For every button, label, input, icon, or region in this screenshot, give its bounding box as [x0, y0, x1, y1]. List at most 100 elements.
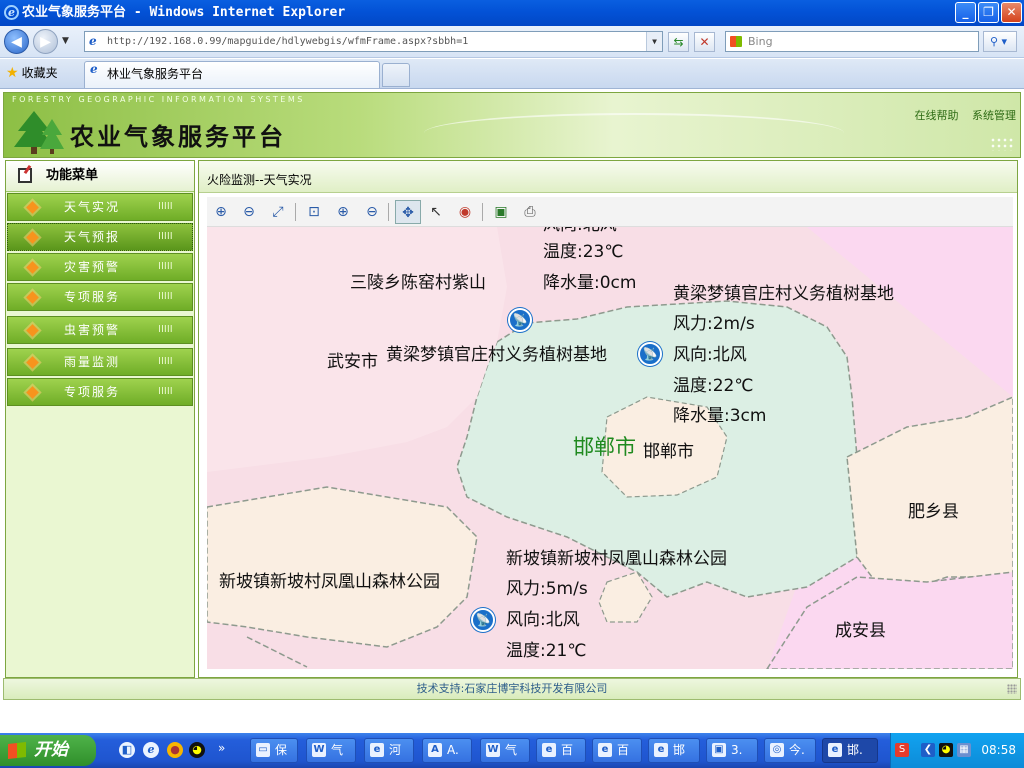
refresh-map-icon[interactable]: ▣	[491, 202, 511, 222]
panel-title: 火险监测--天气实况	[199, 161, 1017, 193]
toolbar-separator	[295, 203, 296, 221]
taskbar-item[interactable]: e河	[364, 738, 414, 763]
window-title: 农业气象服务平台 - Windows Internet Explorer	[22, 5, 346, 20]
map-label: 风向:北风	[673, 345, 747, 365]
menu-item-label: 雨量监测	[64, 355, 121, 369]
recent-pages-dropdown-icon[interactable]: ▼	[62, 36, 69, 46]
map-label: 降水量:0cm	[543, 273, 637, 293]
map-label: 风力:5m/s	[506, 579, 588, 599]
task-label: 今.	[789, 743, 805, 757]
search-placeholder: Bing	[748, 35, 773, 48]
game-quicklaunch-icon[interactable]: ●	[167, 742, 183, 758]
task-label: 气	[331, 743, 344, 757]
qq-quicklaunch-icon[interactable]: ◕	[189, 742, 205, 758]
pan-icon[interactable]: ✥	[395, 200, 421, 224]
map-label: 风向:北风	[543, 227, 617, 235]
menu-item-rainfall-monitor[interactable]: 雨量监测 IIIII	[7, 348, 193, 376]
taskbar-item[interactable]: W气	[480, 738, 530, 763]
favorites-label: 收藏夹	[21, 66, 58, 80]
toolbar-separator	[388, 203, 389, 221]
menu-item-weather-forecast[interactable]: 天气预报 IIIII	[7, 223, 193, 251]
taskbar-item-active[interactable]: e 邯.	[822, 738, 878, 763]
start-button[interactable]: 开始	[0, 735, 96, 766]
window-titlebar: e 农业气象服务平台 - Windows Internet Explorer _…	[0, 0, 1024, 26]
qq-tray-icon[interactable]: ◕	[939, 743, 953, 757]
zoom-in-icon[interactable]: ⊕	[333, 202, 353, 222]
show-desktop-icon[interactable]: ◧	[119, 742, 135, 758]
ie-icon: e	[654, 743, 668, 757]
header-decoration	[424, 113, 844, 153]
map-label: 邯郸市	[643, 442, 694, 462]
task-label: 3.	[731, 743, 743, 757]
stop-button[interactable]: ✕	[694, 32, 715, 52]
tray-collapse-icon[interactable]: ❮	[921, 743, 935, 757]
map-label: 新坡镇新坡村凤凰山森林公园	[506, 549, 727, 569]
taskbar-item[interactable]: ◎ 今.	[764, 738, 816, 763]
print-icon[interactable]: ⎙	[520, 202, 540, 222]
menu-item-special-service[interactable]: 专项服务 IIIII	[7, 283, 193, 311]
zoom-extent-icon[interactable]: ⤢	[268, 202, 288, 222]
taskbar-item[interactable]: e邯	[648, 738, 700, 763]
diamond-bullet-icon	[26, 386, 39, 399]
address-bar[interactable]: e http://192.168.0.99/mapguide/hdlywebgi…	[84, 31, 663, 52]
maximize-button[interactable]: ❐	[978, 2, 999, 23]
zoom-rect-out-icon[interactable]: ⊖	[239, 202, 259, 222]
menu-item-special-service-2[interactable]: 专项服务 IIIII	[7, 378, 193, 406]
refresh-icon: ⇆	[673, 35, 684, 49]
diamond-bullet-icon	[26, 231, 39, 244]
zoom-out-icon[interactable]: ⊖	[362, 202, 382, 222]
tab-ie-icon: e	[90, 62, 98, 76]
menu-item-disaster-warning[interactable]: 灾害预警 IIIII	[7, 253, 193, 281]
resize-grip-icon	[1007, 684, 1017, 694]
forward-button[interactable]: ▶	[33, 29, 58, 54]
app-header: FORESTRY GEOGRAPHIC INFORMATION SYSTEMS …	[3, 92, 1021, 158]
taskbar-item[interactable]: A A.	[422, 738, 472, 763]
map-label-city: 邯郸市	[573, 435, 636, 459]
menu-item-label: 虫害预警	[64, 323, 121, 337]
help-link[interactable]: 在线帮助	[915, 109, 959, 122]
taskbar-item[interactable]: e百	[592, 738, 642, 763]
map-view[interactable]: 风向:北风 温度:23℃ 降水量:0cm 三陵乡陈窑村紫山 武安市 黄梁梦镇官庄…	[207, 227, 1013, 669]
zoom-previous-icon[interactable]: ⊡	[304, 202, 324, 222]
taskbar-item[interactable]: ▣ 3.	[706, 738, 758, 763]
search-button[interactable]: ⚲ ▾	[983, 31, 1017, 52]
navigation-bar: ◀ ▶ ▼ e http://192.168.0.99/mapguide/hdl…	[0, 26, 1024, 58]
diamond-bullet-icon	[26, 261, 39, 274]
menu-item-bars: IIIII	[158, 324, 173, 335]
taskbar-item[interactable]: ▭ 保	[250, 738, 298, 763]
satellite-dish-icon[interactable]: 📡	[638, 342, 662, 366]
browser-tab[interactable]: e 林业气象服务平台	[84, 61, 380, 88]
menu-item-pest-warning[interactable]: 虫害预警 IIIII	[7, 316, 193, 344]
admin-link[interactable]: 系统管理	[972, 109, 1016, 122]
address-dropdown-icon[interactable]: ▼	[646, 32, 662, 51]
refresh-button[interactable]: ⇆	[668, 32, 689, 52]
map-label: 肥乡县	[908, 502, 959, 522]
taskbar-item[interactable]: W气	[306, 738, 356, 763]
identify-icon[interactable]: ◉	[455, 202, 475, 222]
satellite-dish-icon[interactable]: 📡	[508, 308, 532, 332]
back-button[interactable]: ◀	[4, 29, 29, 54]
menu-item-weather-live[interactable]: 天气实况 IIIII	[7, 193, 193, 221]
ie-quicklaunch-icon[interactable]: e	[143, 742, 159, 758]
diamond-bullet-icon	[26, 356, 39, 369]
search-box[interactable]: Bing	[725, 31, 979, 52]
new-tab-button[interactable]	[382, 63, 410, 87]
ie-icon: e	[542, 743, 556, 757]
close-button[interactable]: ✕	[1001, 2, 1022, 23]
clock: 08:58	[981, 743, 1016, 757]
network-icon[interactable]: ▦	[957, 743, 971, 757]
minimize-button[interactable]: _	[955, 2, 976, 23]
star-icon: ★	[6, 65, 19, 81]
bing-logo-icon	[730, 36, 742, 47]
address-url[interactable]: http://192.168.0.99/mapguide/hdlywebgis/…	[107, 36, 468, 47]
quicklaunch-more-icon[interactable]: »	[218, 741, 225, 755]
select-icon[interactable]: ↖	[426, 202, 446, 222]
favorites-button[interactable]: ★ 收藏夹	[6, 65, 58, 81]
map-label: 黄梁梦镇官庄村义务植树基地	[386, 345, 607, 365]
sogou-input-icon[interactable]: S	[895, 743, 909, 757]
taskbar-item[interactable]: e百	[536, 738, 586, 763]
zoom-rect-in-icon[interactable]: ⊕	[211, 202, 231, 222]
map-label: 风力:2m/s	[673, 314, 755, 334]
page-ie-icon: e	[89, 34, 97, 48]
satellite-dish-icon[interactable]: 📡	[471, 608, 495, 632]
